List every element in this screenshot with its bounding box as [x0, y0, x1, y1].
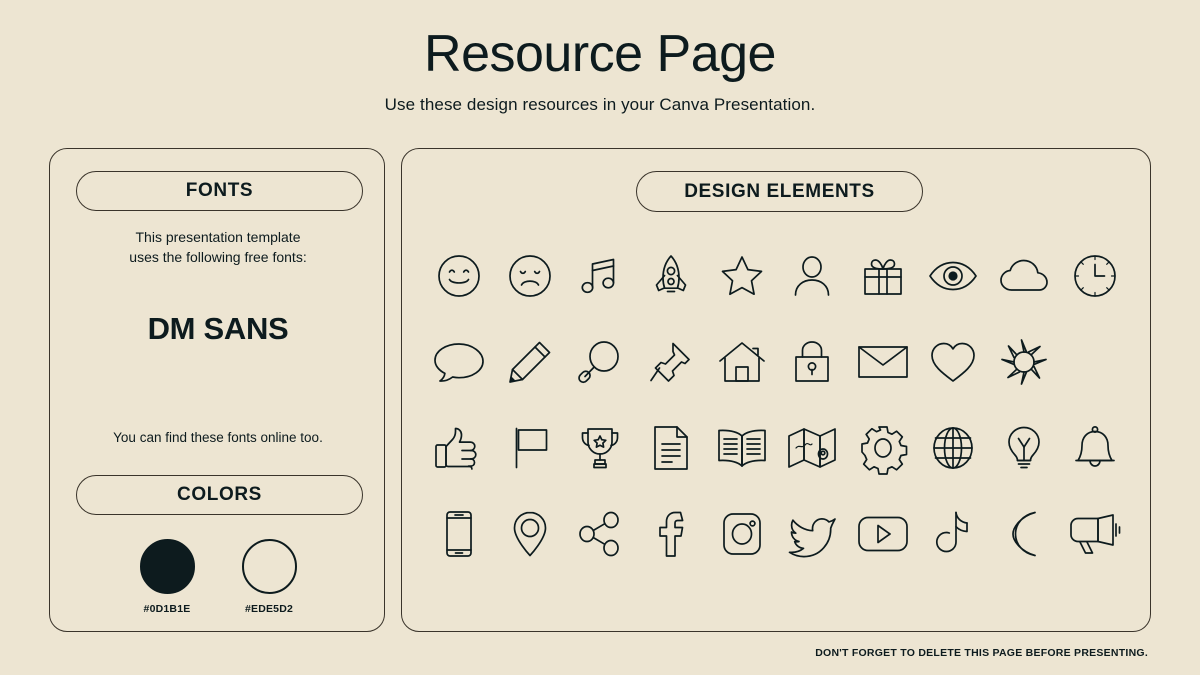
- page-header: Resource Page Use these design resources…: [0, 0, 1200, 115]
- rocket-icon[interactable]: [636, 243, 707, 309]
- page-subtitle: Use these design resources in your Canva…: [384, 95, 816, 115]
- dark-swatch[interactable]: [139, 539, 195, 594]
- fonts-panel: FONTS This presentation template uses th…: [49, 148, 385, 632]
- light-swatch-label: #EDE5D2: [244, 603, 294, 615]
- pencil-icon[interactable]: [495, 329, 566, 395]
- book-icon[interactable]: [706, 415, 777, 481]
- sad-face-icon[interactable]: [495, 243, 566, 309]
- instagram-icon[interactable]: [706, 501, 777, 567]
- icon-row: [424, 491, 1130, 577]
- fonts-heading-pill: FONTS: [76, 171, 363, 211]
- cloud-icon[interactable]: [989, 243, 1060, 309]
- color-swatch-item[interactable]: #EDE5D2: [225, 539, 313, 615]
- youtube-icon[interactable]: [848, 501, 919, 567]
- megaphone-icon[interactable]: [1059, 501, 1130, 567]
- icon-row: [424, 405, 1130, 491]
- lock-icon[interactable]: [777, 329, 848, 395]
- pushpin-icon[interactable]: [636, 329, 707, 395]
- icon-grid: [424, 233, 1130, 577]
- person-icon[interactable]: [777, 243, 848, 309]
- colors-heading-label: COLORS: [177, 484, 262, 505]
- house-icon[interactable]: [706, 329, 777, 395]
- flag-icon[interactable]: [495, 415, 566, 481]
- color-swatch-item[interactable]: #0D1B1E: [123, 539, 211, 615]
- gear-icon[interactable]: [848, 415, 919, 481]
- eye-icon[interactable]: [918, 243, 989, 309]
- dark-swatch-label: #0D1B1E: [143, 603, 191, 615]
- location-pin-icon[interactable]: [495, 501, 566, 567]
- share-icon[interactable]: [565, 501, 636, 567]
- document-icon[interactable]: [636, 415, 707, 481]
- fonts-intro-text: This presentation template uses the foll…: [129, 229, 307, 266]
- facebook-icon[interactable]: [636, 501, 707, 567]
- music-note-icon[interactable]: [565, 243, 636, 309]
- star-icon[interactable]: [706, 243, 777, 309]
- sun-icon[interactable]: [989, 329, 1060, 395]
- thumbs-up-icon[interactable]: [424, 415, 495, 481]
- fonts-note-text: You can find these fonts online too.: [113, 430, 323, 445]
- bell-icon[interactable]: [1059, 415, 1130, 481]
- design-elements-panel: DESIGN ELEMENTS: [401, 148, 1151, 632]
- speech-bubble-icon[interactable]: [424, 329, 495, 395]
- icon-cell-empty: [1059, 329, 1130, 395]
- heart-icon[interactable]: [918, 329, 989, 395]
- icon-row: [424, 319, 1130, 405]
- envelope-icon[interactable]: [848, 329, 919, 395]
- page-title: Resource Page: [424, 25, 776, 83]
- magnifier-icon[interactable]: [565, 329, 636, 395]
- trophy-icon[interactable]: [565, 415, 636, 481]
- color-swatch-group: #0D1B1E #EDE5D2: [50, 539, 386, 615]
- lightbulb-icon[interactable]: [989, 415, 1060, 481]
- phone-icon[interactable]: [424, 501, 495, 567]
- icon-row: [424, 233, 1130, 319]
- clock-icon[interactable]: [1059, 243, 1130, 309]
- gift-icon[interactable]: [848, 243, 919, 309]
- map-icon[interactable]: [777, 415, 848, 481]
- moon-icon[interactable]: [989, 501, 1060, 567]
- smiley-face-icon[interactable]: [424, 243, 495, 309]
- twitter-icon[interactable]: [777, 501, 848, 567]
- font-name-label: DM SANS: [147, 311, 289, 346]
- light-swatch[interactable]: [241, 539, 297, 594]
- tiktok-icon[interactable]: [918, 501, 989, 567]
- colors-heading-pill: COLORS: [76, 475, 363, 515]
- design-elements-heading-pill: DESIGN ELEMENTS: [636, 171, 923, 212]
- fonts-heading-label: FONTS: [185, 180, 254, 201]
- globe-icon[interactable]: [918, 415, 989, 481]
- design-elements-heading-label: DESIGN ELEMENTS: [684, 180, 875, 202]
- footer-note: DON'T FORGET TO DELETE THIS PAGE BEFORE …: [815, 647, 1148, 659]
